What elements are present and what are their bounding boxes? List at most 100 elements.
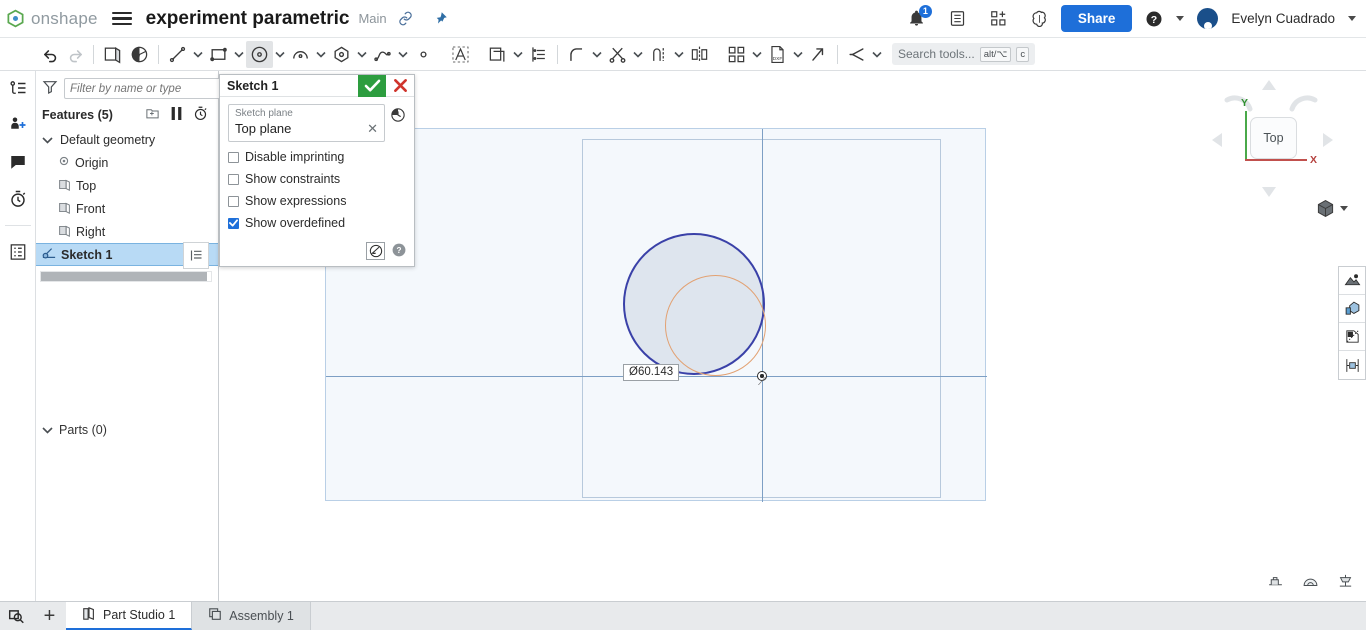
spline-tool[interactable] [369,41,396,68]
trim-tool[interactable] [604,41,631,68]
spline-tool-dropdown[interactable] [396,51,410,58]
pin-icon[interactable] [433,11,448,26]
checkbox-box[interactable] [228,195,239,207]
help-icon[interactable]: ? [1145,10,1163,28]
avatar[interactable] [1197,8,1219,29]
search-tools-input[interactable]: Search tools... alt/⌥ c [892,43,1036,65]
tree-node-front[interactable]: Front [36,197,218,220]
viewcube-arrow-down[interactable] [1261,185,1277,200]
chevron-down-icon[interactable] [42,423,53,437]
diameter-dimension-label[interactable]: Ø60.143 [623,364,680,381]
polygon-tool[interactable] [328,41,355,68]
viewcube-face[interactable]: Top [1250,117,1297,159]
sketch-tools-icon[interactable] [366,242,385,260]
arc-tool-dropdown[interactable] [314,51,328,58]
undo-button[interactable] [38,41,63,68]
help-icon[interactable]: ? [392,243,406,260]
tree-node-origin[interactable]: Origin [36,151,218,174]
add-folder-icon[interactable] [145,106,160,124]
panel-toggle-button[interactable] [183,242,209,269]
pause-icon[interactable] [170,106,183,124]
chevron-down-icon[interactable] [42,133,53,147]
circle-tool-dropdown[interactable] [273,51,287,58]
tab-part-studio-1[interactable]: Part Studio 1 [66,602,193,630]
onshape-logo[interactable]: onshape [0,9,98,29]
constraint-tool[interactable] [843,41,870,68]
feature-list-icon[interactable] [6,77,30,99]
rollback-icon[interactable] [193,106,208,124]
history-icon[interactable] [6,188,30,210]
pattern-tool[interactable] [723,41,750,68]
circle-tool[interactable] [246,40,273,68]
sketch-plane-field[interactable]: Sketch plane Top plane ✕ [228,104,385,142]
tree-node-top[interactable]: Top [36,174,218,197]
clear-x-icon[interactable]: ✕ [367,121,378,137]
mass-properties-icon[interactable] [1302,573,1319,591]
checkbox-show-constraints[interactable]: Show constraints [228,172,406,186]
feature-tree-scrollbar[interactable] [40,271,212,282]
document-list-icon[interactable] [949,10,966,27]
offset-tool[interactable] [484,41,511,68]
history-clock-icon[interactable] [390,104,406,126]
checkbox-show-expressions[interactable]: Show expressions [228,194,406,208]
dimension-tool[interactable] [525,41,552,68]
viewcube-arrow-left[interactable] [1212,132,1223,151]
checkbox-box[interactable] [228,151,239,163]
tree-node-right[interactable]: Right [36,220,218,243]
sketch-button[interactable] [99,41,126,68]
checkbox-box[interactable] [228,217,239,229]
render-icon[interactable] [1339,267,1365,295]
line-tool[interactable] [164,41,191,68]
measure-icon[interactable] [1267,573,1284,591]
user-menu-caret[interactable] [1348,16,1356,21]
view-orientation-dropdown[interactable] [1316,199,1348,218]
text-tool[interactable] [447,41,474,68]
viewcube-rotate-left[interactable] [1221,91,1253,116]
rectangle-tool[interactable] [205,41,232,68]
extend-tool[interactable] [645,41,672,68]
add-collaborator-icon[interactable] [6,114,30,136]
plane-button[interactable] [126,41,153,68]
line-tool-dropdown[interactable] [191,51,205,58]
polygon-tool-dropdown[interactable] [355,51,369,58]
offset-tool-dropdown[interactable] [511,51,525,58]
rectangle-tool-dropdown[interactable] [232,51,246,58]
main-menu-button[interactable] [111,11,132,26]
extend-tool-dropdown[interactable] [672,51,686,58]
mirror-tool[interactable] [686,41,713,68]
parts-section-header[interactable]: Parts (0) [36,419,218,441]
notifications-button[interactable]: 1 [908,5,932,27]
confirm-button[interactable] [358,74,386,97]
sketch-circle-inner[interactable] [665,275,766,376]
cancel-button[interactable] [386,75,414,97]
arc-tool[interactable] [287,41,314,68]
ai-assistant-icon[interactable] [1031,10,1048,27]
view-dropdown-caret[interactable] [1340,206,1348,211]
section-view-icon[interactable] [1339,323,1365,351]
dxf-tool-dropdown[interactable] [791,51,805,58]
tab-search-icon[interactable] [0,608,33,624]
checkbox-box[interactable] [228,173,239,185]
filter-input[interactable] [64,78,232,99]
transform-tool[interactable] [805,41,832,68]
comments-icon[interactable] [6,151,30,173]
checkbox-show-overdefined[interactable]: Show overdefined [228,216,406,230]
dxf-import-tool[interactable]: DXF [764,41,791,68]
properties-icon[interactable] [6,241,30,263]
add-tab-button[interactable]: + [33,605,66,628]
point-tool[interactable] [410,41,437,68]
constraint-marker-icon[interactable]: ⟋ [758,376,766,389]
fillet-tool[interactable] [563,41,590,68]
redo-button[interactable] [63,41,88,68]
help-dropdown-caret[interactable] [1176,16,1185,21]
tree-node-default-geometry[interactable]: Default geometry [36,128,218,151]
trim-tool-dropdown[interactable] [631,51,645,58]
filter-icon[interactable] [42,79,58,98]
share-button[interactable]: Share [1060,5,1133,32]
comparison-icon[interactable] [1337,573,1354,591]
viewcube-arrow-right[interactable] [1322,132,1333,151]
checkbox-disable-imprinting[interactable]: Disable imprinting [228,150,406,164]
constraint-tool-dropdown[interactable] [870,51,884,58]
viewcube-arrow-up[interactable] [1261,79,1277,94]
viewcube-rotate-right[interactable] [1289,91,1321,116]
